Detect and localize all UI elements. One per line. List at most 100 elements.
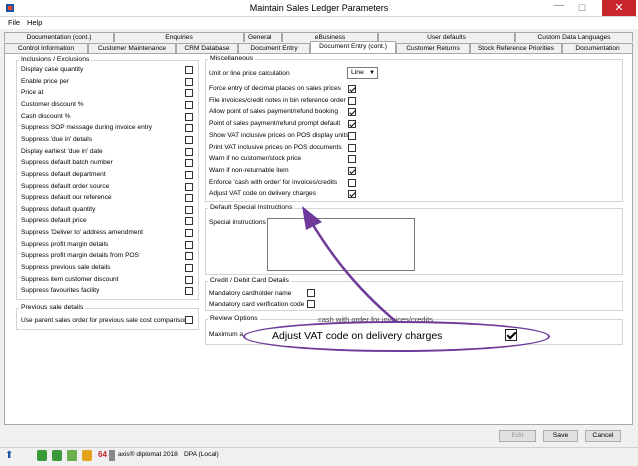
misc-option-label: Point of sales payment/refund prompt def… — [209, 120, 341, 128]
tab-custom-data-languages[interactable]: Custom Data Languages — [515, 32, 633, 42]
inclusion-checkbox[interactable] — [185, 229, 193, 238]
cardholder-label: Mandatory cardholder name — [209, 290, 292, 297]
tab-customer-maintenance[interactable]: Customer Maintenance — [88, 43, 176, 53]
tab-control-information[interactable]: Control Information — [4, 43, 88, 53]
inclusion-label: Suppress item customer discount — [21, 275, 119, 283]
tab-user-defaults[interactable]: User defaults — [378, 32, 515, 42]
tab-documentation-cont[interactable]: Documentation (cont.) — [4, 32, 114, 42]
chevron-down-icon: ▼ — [369, 70, 375, 76]
previous-sale-label: Use parent sales order for previous sale… — [21, 317, 188, 324]
special-title: Default Special Instructions — [208, 204, 295, 211]
edit-button[interactable]: Edit — [499, 430, 536, 442]
inclusion-checkbox[interactable] — [185, 240, 193, 249]
inclusion-checkbox[interactable] — [185, 217, 193, 226]
inclusion-checkbox[interactable] — [185, 135, 193, 144]
misc-option-checkbox[interactable] — [348, 96, 356, 105]
inclusion-label: Suppress default quantity — [21, 205, 96, 213]
tab-customer-returns[interactable]: Customer Returns — [396, 43, 470, 53]
inclusion-label: Suppress SOP message during invoice entr… — [21, 124, 153, 132]
special-label: Special instructions — [209, 219, 266, 226]
review-max-label: Maximum a — [209, 331, 244, 338]
misc-option-label: Warn if no customer/stock price — [209, 155, 302, 163]
cancel-button[interactable]: Cancel — [585, 430, 621, 442]
inclusion-checkbox[interactable] — [185, 89, 193, 98]
inclusion-label: Suppress 'due in' details — [21, 135, 93, 143]
misc-option-checkbox[interactable] — [348, 155, 356, 164]
save-button[interactable]: Save — [543, 430, 578, 442]
inclusion-checkbox[interactable] — [185, 147, 193, 156]
tab-document-entry[interactable]: Document Entry — [238, 43, 310, 53]
cardholder-checkbox[interactable] — [307, 289, 315, 297]
inclusions-title: Inclusions / Exclusions — [19, 56, 92, 63]
inclusion-label: Price at — [21, 89, 44, 97]
misc-option-checkbox[interactable] — [348, 85, 356, 93]
refresh-alt-icon[interactable] — [52, 450, 62, 461]
printer-icon[interactable] — [109, 450, 115, 461]
status-product: axis® diplomat 2018 — [118, 451, 178, 458]
misc-option-checkbox[interactable] — [348, 166, 356, 175]
close-button[interactable]: ✕ — [602, 0, 636, 16]
inclusion-checkbox[interactable] — [185, 124, 193, 133]
menu-bar: File Help — [0, 17, 638, 29]
misc-option-label: Allow point of sales payment/refund book… — [209, 108, 339, 116]
card-verification-label: Mandatory card verification code — [209, 301, 305, 308]
inclusion-label: Suppress favourites facility — [21, 287, 100, 295]
inclusion-checkbox[interactable] — [185, 77, 193, 86]
inclusion-checkbox[interactable] — [185, 264, 193, 273]
tab-enquiries[interactable]: Enquiries — [114, 32, 244, 42]
status-company: DPA (Local) — [184, 451, 219, 458]
inclusion-label: Suppress 'Deliver to' address amendment — [21, 229, 143, 237]
misc-title: Miscellaneous — [208, 55, 256, 62]
inclusion-checkbox[interactable] — [185, 112, 193, 121]
review-title: Review Options — [208, 315, 260, 322]
tab-general[interactable]: General — [244, 32, 282, 42]
refresh-icon[interactable] — [37, 450, 47, 461]
misc-option-checkbox[interactable] — [348, 120, 356, 129]
window-title: Maintain Sales Ledger Parameters — [249, 3, 389, 13]
tab-crm-database[interactable]: CRM Database — [176, 43, 238, 53]
menu-file[interactable]: File — [8, 18, 20, 27]
inclusion-label: Suppress profit margin details — [21, 240, 109, 248]
inclusion-checkbox[interactable] — [185, 66, 193, 74]
maximize-button[interactable]: ☐ — [578, 3, 586, 14]
card-verification-checkbox[interactable] — [307, 300, 315, 308]
special-instructions-textarea[interactable] — [267, 218, 415, 271]
inclusion-checkbox[interactable] — [185, 205, 193, 214]
title-bar: Maintain Sales Ledger Parameters — ☐ ✕ — [0, 0, 638, 17]
previous-sale-checkbox[interactable] — [185, 316, 193, 324]
inclusion-label: Suppress default price — [21, 217, 87, 225]
misc-option-label: Print VAT inclusive prices on POS docume… — [209, 143, 342, 151]
tab-stock-reference-priorities[interactable]: Stock Reference Priorities — [470, 43, 562, 53]
inclusion-checkbox[interactable] — [185, 100, 193, 109]
inclusion-checkbox[interactable] — [185, 287, 193, 296]
tab-documentation[interactable]: Documentation — [562, 43, 633, 53]
inclusion-label: Cash discount % — [21, 112, 71, 120]
misc-option-label: Enforce 'cash with order' for invoices/c… — [209, 178, 338, 186]
credit-card-title: Credit / Debit Card Details — [208, 277, 291, 284]
misc-option-checkbox[interactable] — [348, 108, 356, 117]
callout-label: Adjust VAT code on delivery charges — [272, 330, 443, 342]
inclusion-checkbox[interactable] — [185, 252, 193, 261]
inclusion-checkbox[interactable] — [185, 275, 193, 284]
status-bar — [0, 447, 638, 466]
misc-option-checkbox[interactable] — [348, 190, 356, 199]
misc-option-label: Show VAT inclusive prices on POS display… — [209, 131, 349, 139]
misc-option-checkbox[interactable] — [348, 178, 356, 187]
up-arrow-icon[interactable]: ⬆ — [5, 450, 15, 461]
unit-price-select[interactable]: Line ▼ — [347, 67, 378, 79]
misc-option-label: Warn if non-returnable item — [209, 166, 289, 174]
misc-option-checkbox[interactable] — [348, 143, 356, 152]
tab-document-entry-cont[interactable]: Document Entry (cont.) — [310, 41, 396, 53]
misc-option-checkbox[interactable] — [348, 131, 356, 140]
unit-price-value: Line — [351, 69, 364, 76]
inclusion-label: Suppress default order source — [21, 182, 110, 190]
inclusion-label: Suppress previous sale details — [21, 264, 111, 272]
checklist-icon[interactable] — [67, 450, 77, 461]
inclusion-checkbox[interactable] — [185, 182, 193, 191]
lock-icon[interactable] — [82, 450, 92, 461]
minimize-button[interactable]: — — [554, 0, 564, 11]
inclusion-checkbox[interactable] — [185, 159, 193, 168]
inclusion-checkbox[interactable] — [185, 170, 193, 179]
inclusion-checkbox[interactable] — [185, 194, 193, 203]
menu-help[interactable]: Help — [27, 18, 42, 27]
